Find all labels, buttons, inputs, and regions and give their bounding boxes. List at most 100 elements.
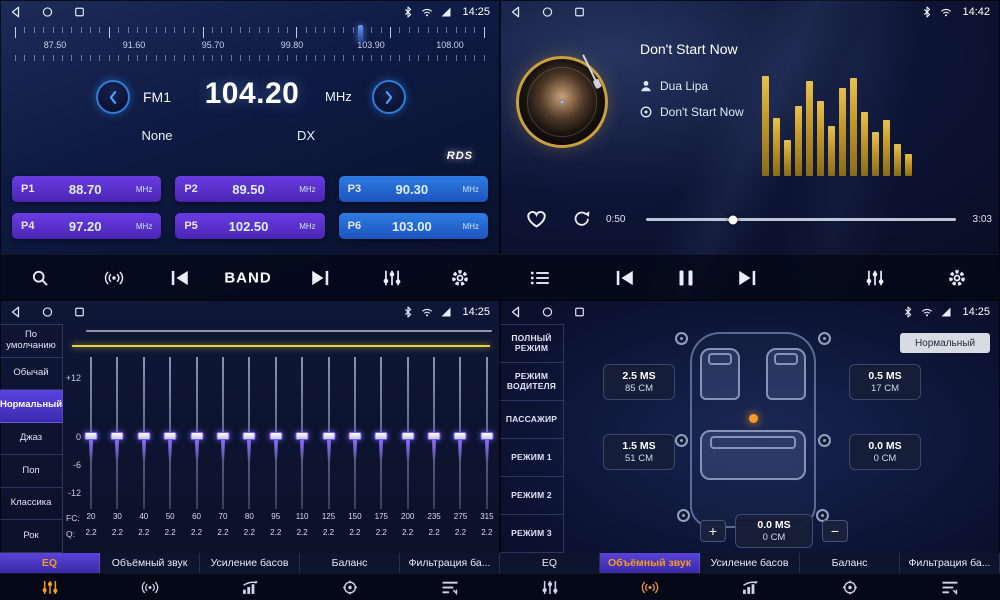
tab-eq[interactable]: EQ [500,553,600,573]
eq-band-slider-14[interactable] [429,357,439,509]
tab-icon-bass-boost[interactable] [200,574,300,600]
band-button[interactable]: BAND [224,269,271,286]
delay-front-right[interactable]: 0.5 MS 17 CM [849,364,921,400]
frequency-ruler[interactable]: 87.5091.6095.7099.80103.90108.00 [15,27,485,65]
frequency-pointer[interactable] [358,25,363,42]
slider-handle[interactable] [428,432,441,440]
tab-balance[interactable]: Баланс [300,553,400,573]
tab-bass-boost[interactable]: Усиление басов [700,553,800,573]
tab-icon-balance[interactable] [800,574,900,600]
eq-band-slider-11[interactable] [350,357,360,509]
tab-icon-eq[interactable] [0,574,100,600]
tab-icon-bass-boost[interactable] [700,574,800,600]
next-station-button[interactable] [310,269,330,286]
back-icon[interactable] [510,306,521,318]
home-icon[interactable] [42,6,53,18]
slider-handle[interactable] [480,432,493,440]
recents-icon[interactable] [74,6,85,18]
eq-band-slider-8[interactable] [271,357,281,509]
previous-station-button[interactable] [170,269,190,286]
radio-preset-2[interactable]: P289.50MHz [175,176,324,202]
slider-handle[interactable] [296,432,309,440]
increase-delay-button[interactable]: + [700,520,726,542]
slider-handle[interactable] [375,432,388,440]
listening-mode-3[interactable]: ПАССАЖИР [500,401,564,439]
eq-band-slider-12[interactable] [376,357,386,509]
favorite-icon[interactable] [526,210,547,228]
slider-handle[interactable] [401,432,414,440]
eq-band-slider-5[interactable] [192,357,202,509]
tab-icon-eq[interactable] [500,574,600,600]
tab-icon-balance[interactable] [300,574,400,600]
decrease-delay-button[interactable]: − [822,520,848,542]
listening-mode-4[interactable]: РЕЖИМ 1 [500,439,564,477]
tab-eq[interactable]: EQ [0,553,100,573]
eq-band-slider-3[interactable] [139,357,149,509]
slider-handle[interactable] [85,432,98,440]
eq-band-slider-2[interactable] [112,357,122,509]
search-button[interactable] [30,269,50,286]
tab-balance[interactable]: Баланс [800,553,900,573]
tune-up-button[interactable] [372,80,406,114]
next-track-button[interactable] [737,269,757,286]
listening-mode-6[interactable]: РЕЖИМ 3 [500,515,564,553]
delay-front-left[interactable]: 2.5 MS 85 CM [603,364,675,400]
slider-handle[interactable] [190,432,203,440]
radio-scan-button[interactable] [104,269,124,286]
eq-band-slider-10[interactable] [324,357,334,509]
previous-track-button[interactable] [615,269,635,286]
repeat-icon[interactable] [572,210,591,227]
tab-bass-boost[interactable]: Усиление басов [200,553,300,573]
tune-down-button[interactable] [96,80,130,114]
tab-surround-sound[interactable]: Объёмный звук [600,553,700,573]
slider-handle[interactable] [454,432,467,440]
eq-band-slider-16[interactable] [482,357,492,509]
slider-handle[interactable] [137,432,150,440]
radio-preset-1[interactable]: P188.70MHz [12,176,161,202]
radio-preset-6[interactable]: P6103.00MHz [339,213,488,239]
home-icon[interactable] [42,306,53,318]
eq-band-slider-6[interactable] [218,357,228,509]
listening-position-dot[interactable] [749,414,758,423]
eq-band-slider-15[interactable] [455,357,465,509]
settings-button[interactable] [449,268,471,287]
tab-filtering[interactable]: Фильтрация ба... [900,553,1000,573]
eq-preset-2[interactable]: Обычай [0,358,63,391]
album-art[interactable] [516,56,608,148]
progress-bar[interactable] [646,218,956,221]
tab-surround-sound[interactable]: Объёмный звук [100,553,200,573]
tab-icon-surround-sound[interactable] [100,574,200,600]
slider-handle[interactable] [348,432,361,440]
tab-icon-surround-sound[interactable] [600,574,700,600]
recents-icon[interactable] [574,306,585,318]
progress-knob[interactable] [728,215,737,224]
delay-rear-right[interactable]: 0.0 MS 0 CM [849,434,921,470]
listening-mode-2[interactable]: РЕЖИМ ВОДИТЕЛЯ [500,363,564,401]
back-icon[interactable] [510,6,521,18]
home-icon[interactable] [542,6,553,18]
eq-band-slider-1[interactable] [86,357,96,509]
eq-preset-4[interactable]: Джаз [0,423,63,456]
eq-band-slider-4[interactable] [165,357,175,509]
pause-button[interactable] [680,270,693,285]
radio-preset-5[interactable]: P5102.50MHz [175,213,324,239]
playlist-button[interactable] [530,269,550,286]
slider-handle[interactable] [243,432,256,440]
eq-band-slider-13[interactable] [403,357,413,509]
settings-button[interactable] [946,268,968,287]
slider-handle[interactable] [269,432,282,440]
slider-handle[interactable] [216,432,229,440]
slider-handle[interactable] [111,432,124,440]
eq-preset-7[interactable]: Рок [0,520,63,553]
eq-preset-3[interactable]: Нормальный [0,390,63,423]
radio-preset-4[interactable]: P497.20MHz [12,213,161,239]
listening-mode-5[interactable]: РЕЖИМ 2 [500,477,564,515]
profile-button[interactable]: Нормальный [900,333,990,353]
tab-filtering[interactable]: Фильтрация ба... [400,553,500,573]
recents-icon[interactable] [574,6,585,18]
equalizer-button[interactable] [865,269,885,286]
tab-icon-filtering[interactable] [900,574,1000,600]
delay-rear-left[interactable]: 1.5 MS 51 CM [603,434,675,470]
slider-handle[interactable] [322,432,335,440]
listening-mode-1[interactable]: ПОЛНЫЙ РЕЖИМ [500,325,564,363]
